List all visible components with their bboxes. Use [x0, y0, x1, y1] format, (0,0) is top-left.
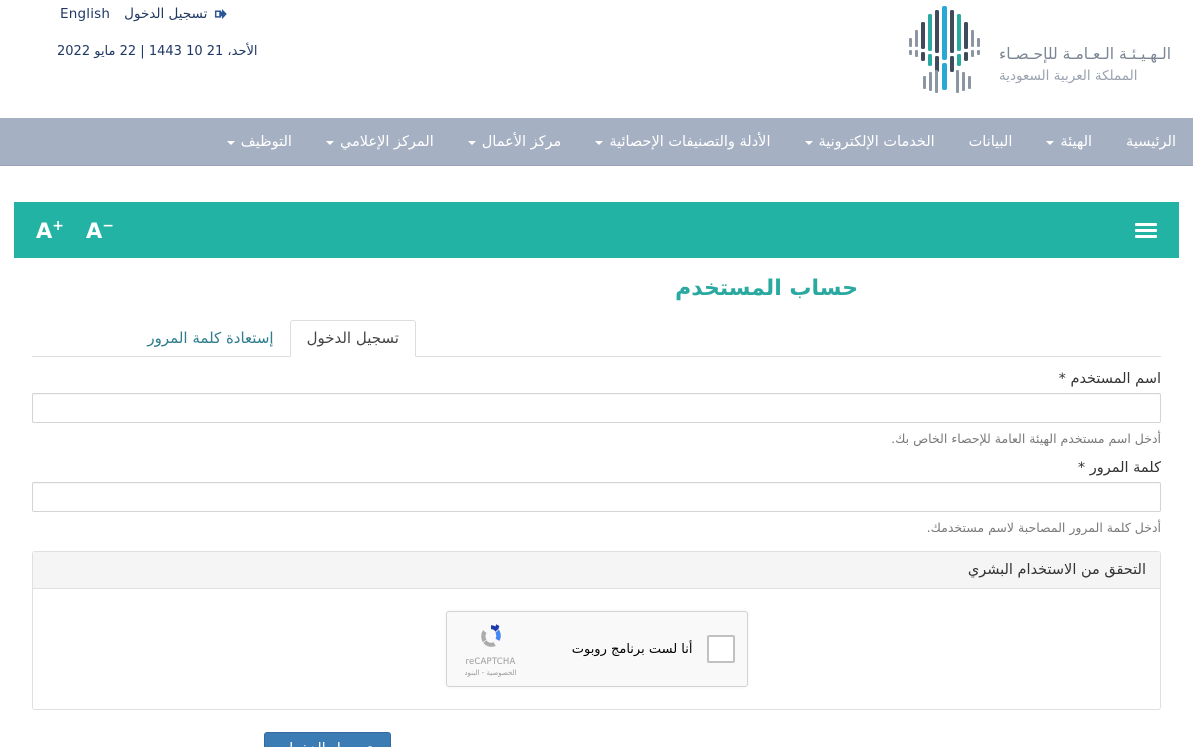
chevron-down-icon — [804, 141, 813, 145]
password-input[interactable] — [32, 482, 1161, 512]
nav-label: التوظيف — [240, 134, 292, 150]
recaptcha-label: أنا لست برنامج روبوت — [571, 641, 693, 657]
logo-country-name: المملكة العربية السعودية — [998, 67, 1138, 84]
main-content: حساب المستخدم تسجيل الدخول إستعادة كلمة … — [0, 258, 1193, 747]
login-form: اسم المستخدم * أدخل اسم مستخدم الهيئة ال… — [32, 371, 1161, 747]
username-input[interactable] — [32, 393, 1161, 423]
nav-item-guides-classifications[interactable]: الأدلة والتصنيفات الإحصائية — [578, 118, 787, 166]
font-size-controls: A+ A− — [36, 219, 114, 242]
sign-in-icon — [214, 7, 229, 21]
nav-item-employment[interactable]: التوظيف — [210, 118, 309, 166]
font-increase-button[interactable]: A+ — [36, 219, 64, 242]
nav-label: مركز الأعمال — [481, 134, 562, 150]
chevron-down-icon — [1046, 141, 1055, 145]
captcha-panel-title: التحقق من الاستخدام البشري — [33, 552, 1160, 589]
recaptcha-checkbox[interactable] — [706, 635, 735, 663]
account-tabs: تسجيل الدخول إستعادة كلمة المرور — [32, 320, 1161, 357]
language-switch-link[interactable]: English — [60, 6, 110, 22]
logo-text: الـهـيـئـة الـعـامـة للإحـصـاء المملكة ا… — [999, 43, 1171, 103]
font-decrease-button[interactable]: A− — [86, 219, 114, 242]
nav-list: الرئيسية الهيئة البيانات الخدمات الإلكتر… — [210, 118, 1193, 166]
top-utility-bar: تسجيل الدخول English الأحد، 21 10 1443 |… — [0, 0, 1193, 118]
nav-label: الرئيسية — [1126, 134, 1176, 150]
font-decrease-sign: − — [102, 217, 114, 234]
nav-item-eservices[interactable]: الخدمات الإلكترونية — [788, 118, 952, 166]
nav-label: الأدلة والتصنيفات الإحصائية — [609, 134, 771, 150]
nav-item-media-center[interactable]: المركز الإعلامي — [309, 118, 451, 166]
accessibility-toolbar: A+ A− — [14, 202, 1179, 258]
gastat-logo-icon — [905, 4, 989, 102]
page-title: حساب المستخدم — [675, 276, 858, 301]
recaptcha-branding: reCAPTCHA الخصوصية - البنود — [459, 621, 523, 677]
nav-label: الهيئة — [1060, 134, 1093, 150]
main-navigation: الرئيسية الهيئة البيانات الخدمات الإلكتر… — [0, 118, 1193, 166]
nav-label: البيانات — [968, 134, 1013, 150]
username-label-text: اسم المستخدم — [1070, 371, 1161, 387]
password-label: كلمة المرور * — [32, 460, 1161, 476]
font-decrease-letter: A — [86, 218, 103, 243]
tab-password-recovery[interactable]: إستعادة كلمة المرور — [131, 321, 289, 356]
username-help-text: أدخل اسم مستخدم الهيئة العامة للإحصاء ال… — [891, 431, 1161, 446]
password-required-mark: * — [1077, 460, 1086, 476]
captcha-panel: التحقق من الاستخدام البشري أنا لست برنام… — [32, 551, 1161, 710]
page-title-row: حساب المستخدم — [14, 258, 1179, 301]
teal-toolbar-wrap: A+ A− — [0, 166, 1193, 258]
password-label-text: كلمة المرور — [1089, 460, 1161, 476]
font-increase-sign: + — [52, 217, 64, 234]
chevron-down-icon — [226, 141, 235, 145]
top-login-link[interactable]: تسجيل الدخول — [124, 6, 229, 22]
chevron-down-icon — [325, 141, 334, 145]
tab-login[interactable]: تسجيل الدخول — [289, 320, 416, 357]
recaptcha-logo-icon — [476, 621, 506, 655]
page-root: تسجيل الدخول English الأحد، 21 10 1443 |… — [0, 0, 1193, 747]
logo-authority-name: الـهـيـئـة الـعـامـة للإحـصـاء — [998, 44, 1171, 63]
recaptcha-widget[interactable]: أنا لست برنامج روبوت reCAPTCHA الخصوصية … — [445, 611, 748, 687]
nav-item-home[interactable]: الرئيسية — [1109, 118, 1193, 166]
hamburger-menu-icon[interactable] — [1135, 222, 1157, 238]
username-label: اسم المستخدم * — [32, 371, 1161, 387]
font-increase-letter: A — [36, 218, 53, 243]
nav-label: المركز الإعلامي — [339, 134, 434, 150]
recaptcha-terms-link[interactable]: الخصوصية - البنود — [464, 669, 516, 677]
utility-links: تسجيل الدخول English — [60, 6, 229, 22]
captcha-body: أنا لست برنامج روبوت reCAPTCHA الخصوصية … — [33, 589, 1160, 709]
login-submit-button[interactable]: تسجيل الدخول — [263, 732, 391, 747]
nav-item-authority[interactable]: الهيئة — [1029, 118, 1109, 166]
nav-label: الخدمات الإلكترونية — [818, 134, 935, 150]
nav-item-business-center[interactable]: مركز الأعمال — [451, 118, 579, 166]
chevron-down-icon — [595, 141, 604, 145]
chevron-down-icon — [467, 141, 476, 145]
nav-item-data[interactable]: البيانات — [952, 118, 1030, 166]
top-login-label: تسجيل الدخول — [124, 6, 208, 22]
password-help-text: أدخل كلمة المرور المصاحبة لاسم مستخدمك. — [926, 520, 1161, 535]
username-required-mark: * — [1058, 371, 1066, 387]
current-date: الأحد، 21 10 1443 | 22 مايو 2022 — [57, 44, 258, 59]
submit-row: تسجيل الدخول — [50, 732, 1143, 747]
site-logo[interactable]: الـهـيـئـة الـعـامـة للإحـصـاء المملكة ا… — [905, 4, 1171, 102]
recaptcha-brand-name: reCAPTCHA — [465, 657, 516, 667]
